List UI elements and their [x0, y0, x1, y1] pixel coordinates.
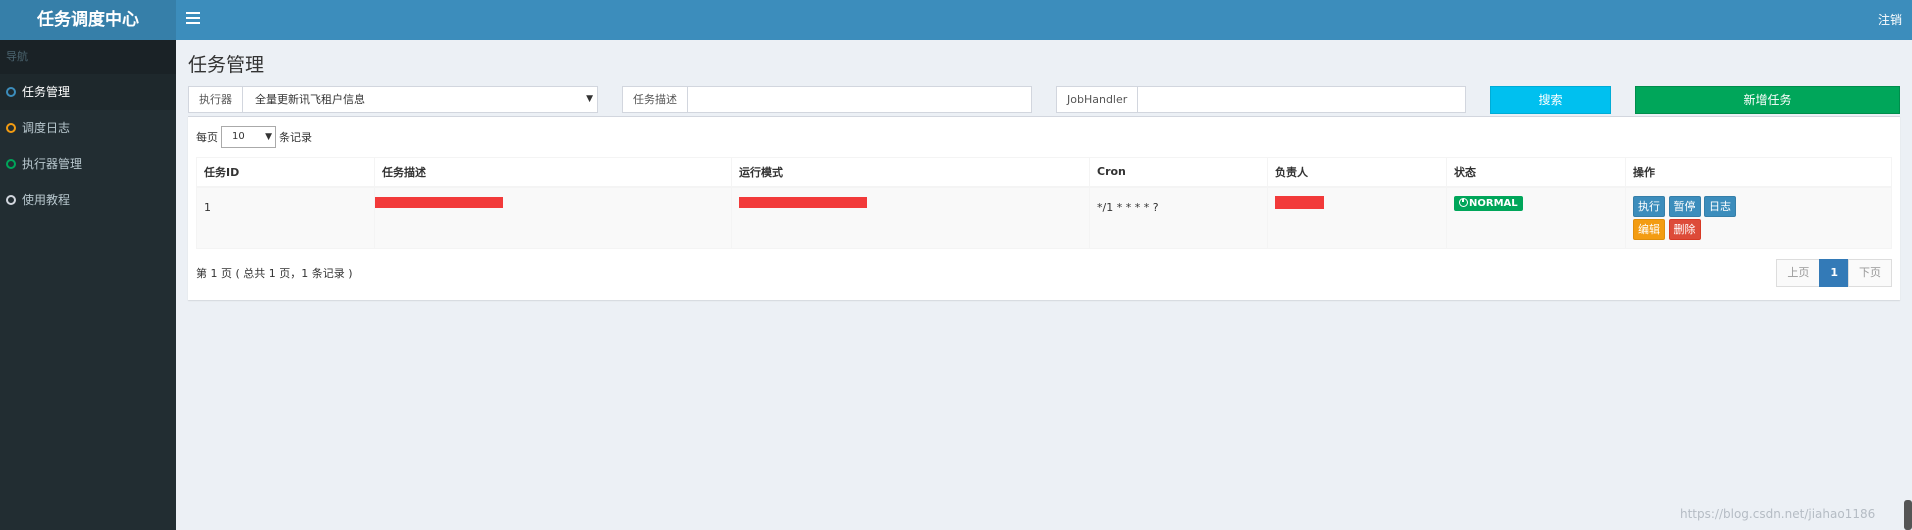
prev-page-button[interactable]: 上页	[1776, 259, 1821, 287]
caret-down-icon: ▼	[586, 94, 593, 104]
redacted-owner	[1275, 195, 1324, 209]
sidebar: 导航 任务管理 调度日志 执行器管理 使用教程	[0, 40, 176, 530]
cell-id: 1	[196, 186, 375, 249]
table-header-row: 任务ID 任务描述 运行模式 Cron 负责人 状态 操作	[196, 157, 1892, 188]
page-size-control: 每页 10 ▼ 条记录	[196, 126, 312, 148]
cell-desc	[374, 186, 732, 249]
scroll-handle[interactable]	[1904, 500, 1912, 530]
page-info: 第 1 页 ( 总共 1 页，1 条记录 )	[196, 267, 353, 280]
col-header-status[interactable]: 状态	[1446, 157, 1626, 188]
job-id: 1	[204, 200, 211, 214]
delete-button[interactable]: 删除	[1668, 218, 1701, 240]
executor-select[interactable]: 全量更新讯飞租户信息 ▼	[243, 87, 597, 112]
col-header-owner[interactable]: 负责人	[1267, 157, 1447, 188]
circle-icon	[6, 159, 16, 169]
redacted-mode	[739, 196, 867, 208]
sidebar-item-tutorial[interactable]: 使用教程	[0, 182, 176, 218]
caret-down-icon: ▼	[265, 132, 272, 142]
log-button[interactable]: 日志	[1704, 195, 1736, 217]
jobhandler-label: JobHandler	[1057, 87, 1139, 112]
sidebar-item-label: 任务管理	[22, 85, 71, 99]
edit-button[interactable]: 编辑	[1633, 218, 1665, 240]
pause-button[interactable]: 暂停	[1668, 195, 1701, 217]
job-cron: */1 * * * * ?	[1097, 200, 1159, 214]
cell-cron: */1 * * * * ?	[1089, 186, 1268, 249]
col-header-id[interactable]: 任务ID	[196, 157, 375, 188]
cell-status: NORMAL	[1446, 186, 1626, 249]
page-title: 任务管理	[188, 54, 265, 76]
page-size-value: 10	[232, 131, 245, 142]
cell-mode	[731, 186, 1090, 249]
jobhandler-input[interactable]	[1138, 87, 1465, 112]
job-table: 任务ID 任务描述 运行模式 Cron 负责人 状态 操作 1 */1 * * …	[196, 157, 1892, 249]
brand-logo[interactable]: 任务调度中心	[0, 0, 176, 40]
page-size-select[interactable]: 10 ▼	[221, 126, 276, 148]
col-header-desc[interactable]: 任务描述	[374, 157, 732, 188]
top-navbar: 任务调度中心 注销	[0, 0, 1912, 40]
col-header-cron[interactable]: Cron	[1089, 157, 1268, 188]
executor-label: 执行器	[189, 87, 243, 112]
circle-icon	[6, 123, 16, 133]
col-header-mode[interactable]: 运行模式	[731, 157, 1090, 188]
cell-actions: 执行 暂停 日志 编辑 删除	[1625, 186, 1892, 249]
job-desc-label: 任务描述	[623, 87, 688, 112]
page-1-button[interactable]: 1	[1819, 259, 1849, 287]
job-desc-filter: 任务描述	[622, 86, 1032, 113]
col-header-actions: 操作	[1625, 157, 1892, 188]
page-size-suffix: 条记录	[279, 131, 312, 144]
circle-icon	[6, 87, 16, 97]
sidebar-item-label: 调度日志	[22, 121, 71, 135]
job-desc-input[interactable]	[688, 87, 1031, 112]
watermark: https://blog.csdn.net/jiahao1186	[1680, 507, 1876, 521]
executor-select-value: 全量更新讯飞租户信息	[255, 93, 365, 106]
menu-toggle-icon[interactable]	[186, 12, 200, 26]
sidebar-header: 导航	[0, 40, 176, 74]
sidebar-item-label: 执行器管理	[22, 157, 83, 171]
redacted-desc	[375, 196, 503, 208]
executor-filter: 执行器 全量更新讯飞租户信息 ▼	[188, 86, 598, 113]
sidebar-item-job-management[interactable]: 任务管理	[0, 74, 176, 110]
pagination: 上页 1 下页	[1776, 259, 1892, 287]
jobhandler-filter: JobHandler	[1056, 86, 1466, 113]
status-badge: NORMAL	[1454, 195, 1523, 211]
run-button[interactable]: 执行	[1633, 195, 1665, 217]
page-size-prefix: 每页	[196, 131, 218, 144]
action-buttons: 执行 暂停 日志 编辑 删除	[1633, 188, 1884, 242]
cell-owner	[1267, 186, 1447, 249]
sidebar-item-label: 使用教程	[22, 193, 71, 207]
job-list-box: 每页 10 ▼ 条记录 任务ID 任务描述 运行模式 Cron 负责人 状态 操…	[188, 116, 1900, 300]
sidebar-item-executor-management[interactable]: 执行器管理	[0, 146, 176, 182]
logout-button[interactable]: 注销	[1878, 0, 1902, 40]
power-icon	[1459, 197, 1468, 207]
next-page-button[interactable]: 下页	[1848, 259, 1892, 287]
circle-icon	[6, 195, 16, 205]
sidebar-item-schedule-log[interactable]: 调度日志	[0, 110, 176, 146]
search-button[interactable]: 搜索	[1490, 86, 1611, 114]
add-job-button[interactable]: 新增任务	[1635, 86, 1900, 114]
table-row: 1 */1 * * * * ? NORMAL 执行 暂停 日志 编辑 删除	[196, 186, 1892, 249]
